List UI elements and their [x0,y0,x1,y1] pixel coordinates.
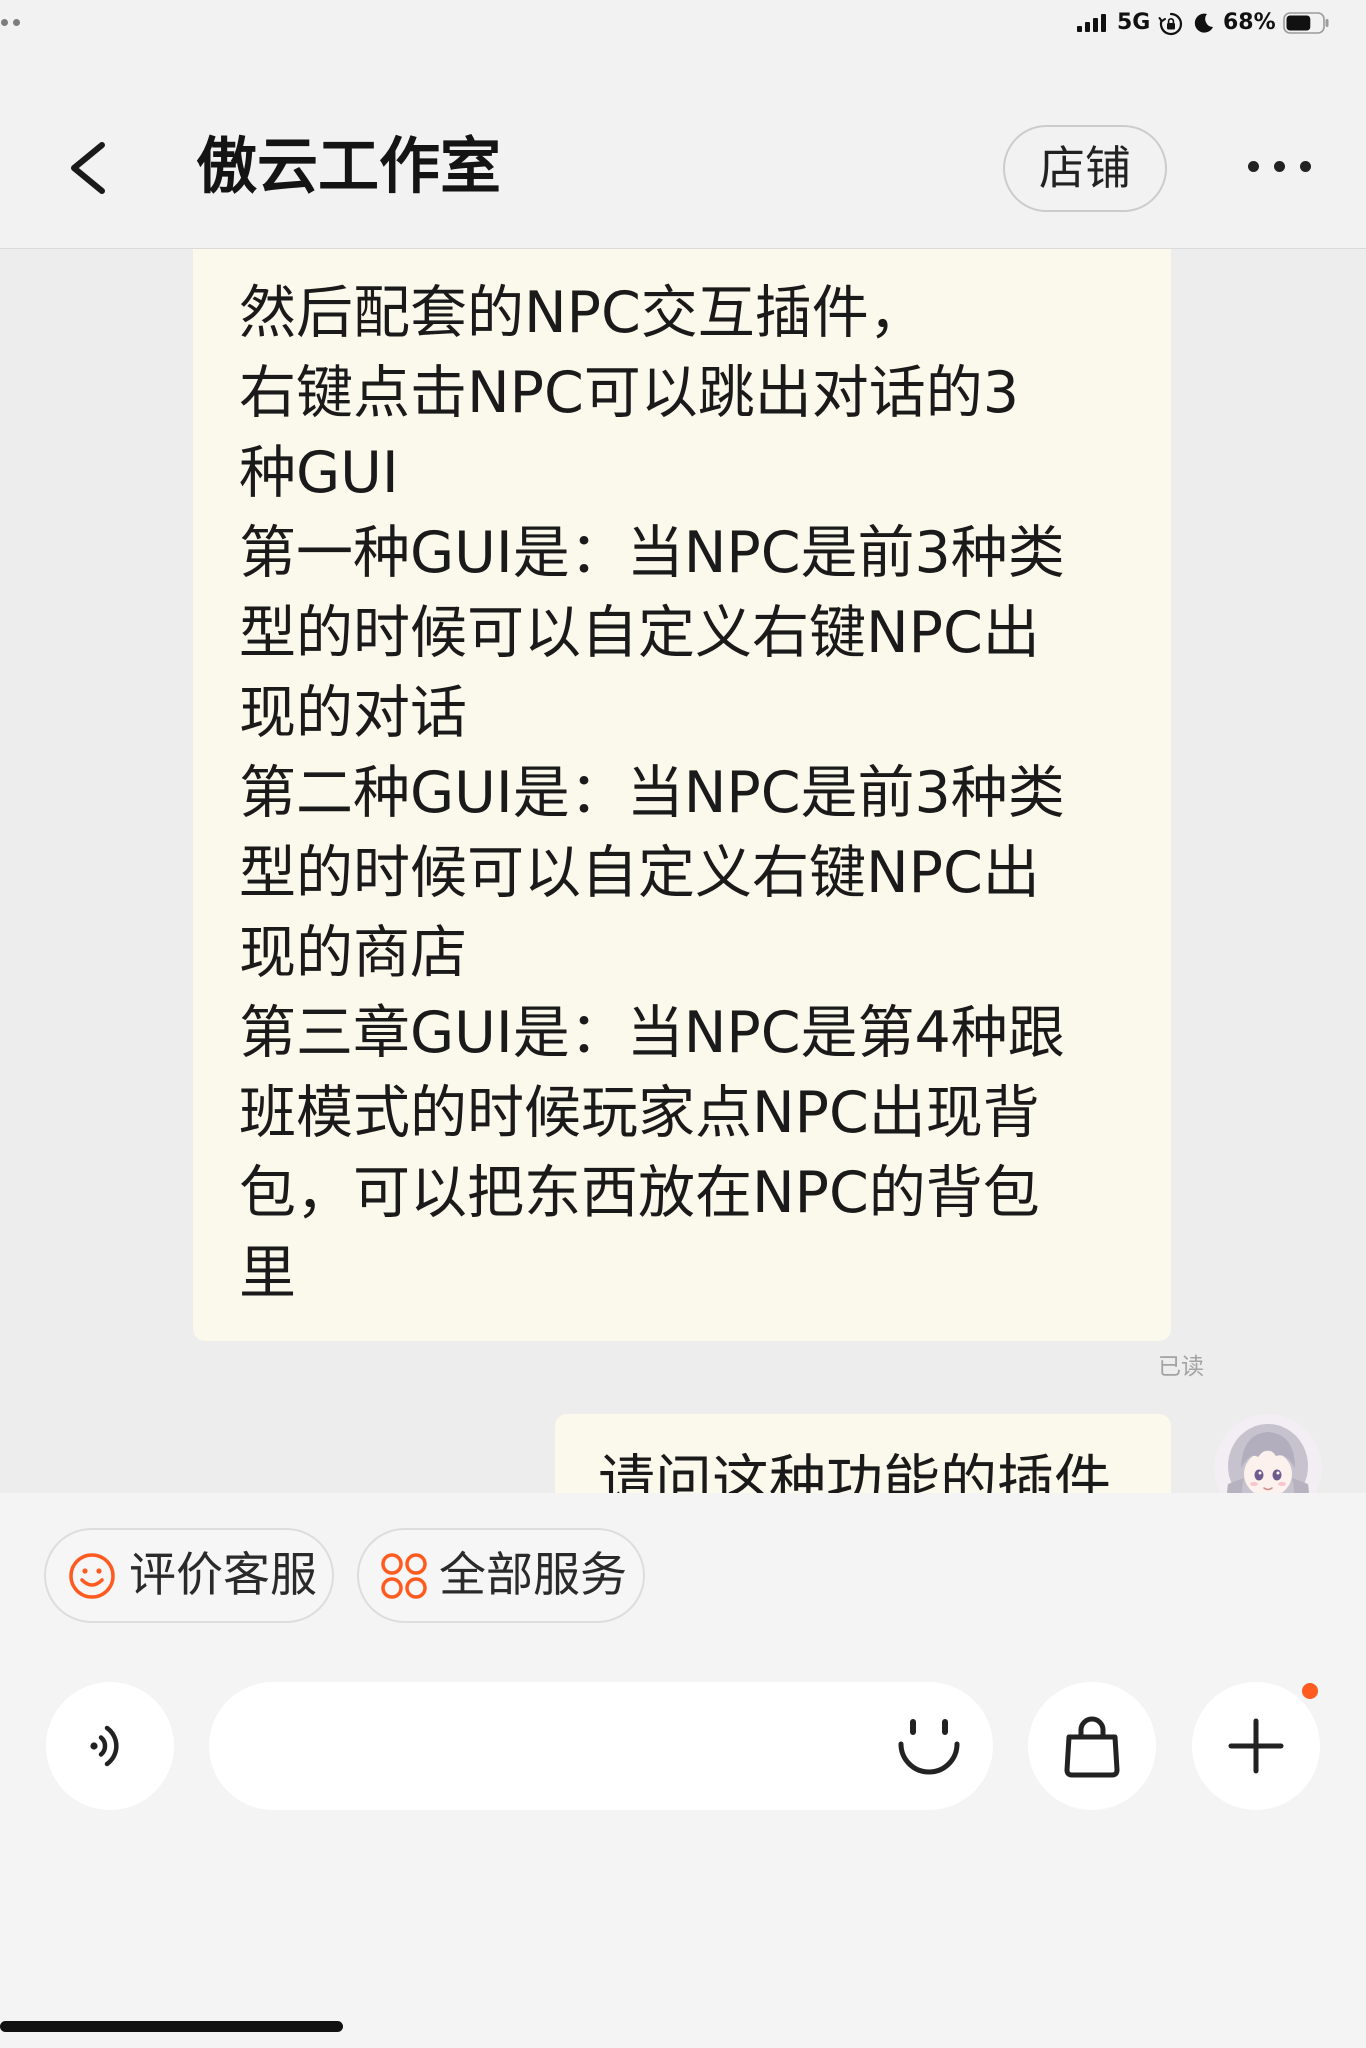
battery-icon [1283,12,1329,34]
message-bubble[interactable]: 然后配套的NPC交互插件， 右键点击NPC可以跳出对话的3 种GUI 第一种GU… [193,249,1171,1341]
battery-fill [1286,15,1311,31]
back-button[interactable] [60,133,116,201]
chat-scroll-area[interactable]: 然后配套的NPC交互插件， 右键点击NPC可以跳出对话的3 种GUI 第一种GU… [0,249,1366,1493]
all-services-button[interactable]: 全部服务 [357,1528,645,1623]
order-button[interactable] [1028,1682,1156,1810]
message-line: 型的时候可以自定义右键NPC出 [239,600,1040,666]
smiley-icon [69,1553,115,1599]
message-line: 班模式的时候玩家点NPC出现背 [239,1080,1040,1146]
more-actions-button[interactable] [1192,1682,1320,1810]
emoji-button[interactable] [896,1713,962,1777]
multitask-dot [1,19,8,26]
plus-icon [1228,1718,1284,1774]
multitask-dot [13,19,20,26]
message-bubble[interactable]: 请问这种功能的插件 [555,1414,1171,1493]
message-input-field[interactable] [209,1682,993,1810]
message-line: 右键点击NPC可以跳出对话的3 [239,360,1020,426]
moon-icon [1194,13,1213,33]
network-label: 5G [1117,10,1151,35]
voice-button[interactable] [46,1682,174,1810]
rate-service-button[interactable]: 评价客服 [44,1528,334,1623]
more-button[interactable] [1240,142,1320,192]
battery-percent: 68% [1223,10,1276,35]
user-avatar-image [1214,1414,1322,1493]
home-indicator [0,2021,343,2032]
store-button[interactable]: 店铺 [1003,125,1167,212]
voice-icon [90,1725,119,1767]
message-line: 第二种GUI是：当NPC是前3种类 [239,760,1065,826]
signal-icon [1077,14,1106,32]
page-title: 傲云工作室 [196,131,502,202]
rate-service-label: 评价客服 [129,1548,317,1603]
bottom-panel: 评价客服 全部服务 [0,1493,1366,2048]
services-grid-icon [381,1553,427,1599]
chat-screen: 5G 68% 傲云工作室 店铺 然后配套的NPC交互插件， 右键点击NPC可以跳… [0,0,1366,2048]
chevron-left-icon [71,142,105,194]
message-line: 包，可以把东西放在NPC的背包 [239,1160,1040,1226]
shopping-bag-icon [1064,1716,1120,1778]
notification-dot [1302,1683,1318,1699]
message-line: 请问这种功能的插件 [598,1449,1111,1493]
message-line: 里 [239,1240,296,1306]
message-line: 型的时候可以自定义右键NPC出 [239,840,1040,906]
orientation-lock-icon [1158,12,1183,36]
all-services-label: 全部服务 [439,1548,627,1603]
message-line: 然后配套的NPC交互插件， [239,280,926,346]
avatar[interactable] [1214,1414,1322,1493]
message-input[interactable] [253,1682,873,1810]
message-line: 现的对话 [239,680,467,746]
emoji-icon [898,1719,960,1775]
message-line: 第一种GUI是：当NPC是前3种类 [239,520,1065,586]
read-status: 已读 [1158,1354,1204,1380]
message-line: 种GUI [239,440,399,506]
message-line: 第三章GUI是：当NPC是第4种跟 [239,1000,1065,1066]
message-line: 现的商店 [239,920,467,986]
header: 5G 68% 傲云工作室 店铺 [0,0,1366,249]
